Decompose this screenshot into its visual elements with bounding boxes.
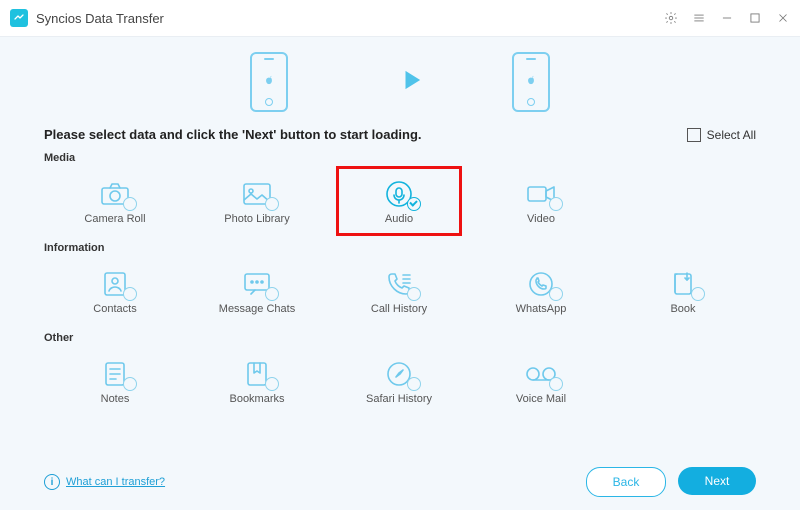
item-book[interactable]: Book <box>612 258 754 326</box>
content-area: Please select data and click the 'Next' … <box>0 127 800 454</box>
footer: i What can I transfer? Back Next <box>0 454 800 510</box>
whatsapp-icon <box>523 270 559 298</box>
section-media-label: Media <box>44 152 756 164</box>
minimize-button[interactable] <box>720 11 734 25</box>
item-call-history[interactable]: Call History <box>328 258 470 326</box>
bookmarks-icon <box>239 360 275 388</box>
close-button[interactable] <box>776 11 790 25</box>
photo-library-icon <box>239 180 275 208</box>
source-device-icon[interactable] <box>250 52 288 112</box>
call-history-icon <box>381 270 417 298</box>
contacts-icon <box>97 270 133 298</box>
item-camera-roll[interactable]: Camera Roll <box>44 168 186 236</box>
item-bookmarks[interactable]: Bookmarks <box>186 348 328 416</box>
message-chats-icon <box>239 270 275 298</box>
device-transfer-header <box>0 37 800 127</box>
app-logo <box>10 9 28 27</box>
target-device-icon[interactable] <box>512 52 550 112</box>
item-video[interactable]: Video <box>470 168 612 236</box>
back-button[interactable]: Back <box>586 467 666 497</box>
section-information-label: Information <box>44 242 756 254</box>
checkbox-icon <box>687 128 701 142</box>
info-icon: i <box>44 474 60 490</box>
maximize-button[interactable] <box>748 11 762 25</box>
titlebar: Syncios Data Transfer <box>0 0 800 37</box>
gear-icon[interactable] <box>664 11 678 25</box>
camera-roll-icon <box>97 180 133 208</box>
item-message-chats[interactable]: Message Chats <box>186 258 328 326</box>
section-other-label: Other <box>44 332 756 344</box>
help-link[interactable]: What can I transfer? <box>66 476 165 488</box>
notes-icon <box>97 360 133 388</box>
item-safari-history[interactable]: Safari History <box>328 348 470 416</box>
item-notes[interactable]: Notes <box>44 348 186 416</box>
transfer-arrow-icon <box>378 65 422 100</box>
app-title: Syncios Data Transfer <box>36 11 164 26</box>
instruction-text: Please select data and click the 'Next' … <box>44 127 422 142</box>
item-voice-mail[interactable]: Voice Mail <box>470 348 612 416</box>
book-icon <box>665 270 701 298</box>
menu-icon[interactable] <box>692 11 706 25</box>
video-icon <box>523 180 559 208</box>
voice-mail-icon <box>523 360 559 388</box>
safari-history-icon <box>381 360 417 388</box>
select-all-checkbox[interactable]: Select All <box>687 128 756 142</box>
item-contacts[interactable]: Contacts <box>44 258 186 326</box>
audio-icon <box>381 180 417 208</box>
app-window: Syncios Data Transfer Please select data… <box>0 0 800 510</box>
item-photo-library[interactable]: Photo Library <box>186 168 328 236</box>
select-all-label: Select All <box>707 128 756 142</box>
next-button[interactable]: Next <box>678 467 756 495</box>
item-whatsapp[interactable]: WhatsApp <box>470 258 612 326</box>
item-audio[interactable]: Audio <box>328 168 470 236</box>
